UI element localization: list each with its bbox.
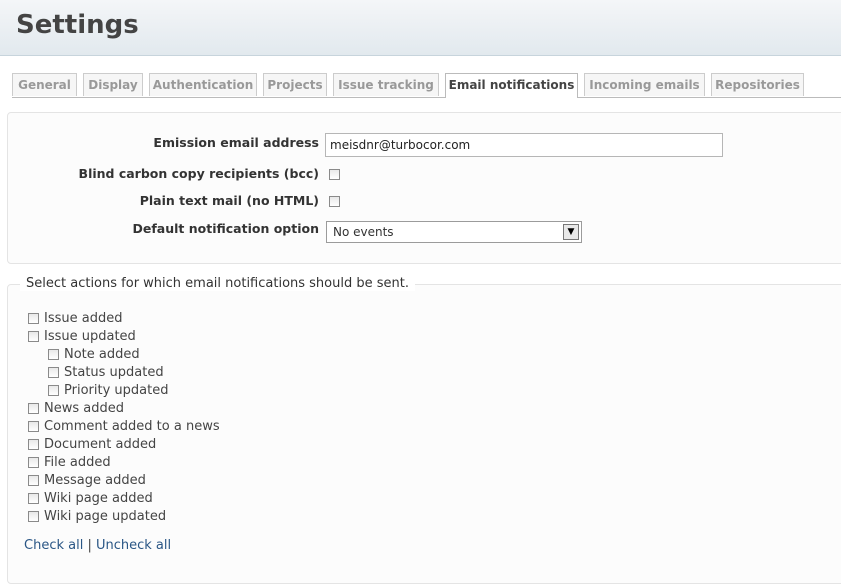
page-title: Settings (16, 10, 139, 40)
action-checkbox[interactable] (28, 331, 39, 342)
tab-issue-tracking[interactable]: Issue tracking (333, 73, 439, 96)
tab-email-notifications[interactable]: Email notifications (445, 73, 578, 98)
action-label: Comment added to a news (44, 419, 220, 434)
action-checkbox[interactable] (48, 385, 59, 396)
action-label: Status updated (64, 365, 164, 380)
check-all-link[interactable]: Check all (24, 538, 83, 553)
plain-text-checkbox[interactable] (329, 196, 340, 207)
action-label: Message added (44, 473, 146, 488)
action-label: News added (44, 401, 124, 416)
action-checkbox[interactable] (28, 493, 39, 504)
bcc-checkbox[interactable] (329, 169, 340, 180)
tab-authentication[interactable]: Authentication (149, 73, 257, 96)
action-checkbox[interactable] (28, 475, 39, 486)
action-label: Document added (44, 437, 157, 452)
emission-email-input[interactable] (325, 133, 723, 157)
action-checkbox[interactable] (28, 439, 39, 450)
page-header: Settings (0, 0, 841, 56)
emission-email-label: Emission email address (153, 135, 319, 150)
action-label: Priority updated (64, 383, 169, 398)
tab-general[interactable]: General (12, 73, 77, 96)
settings-tabs: General Display Authentication Projects … (12, 73, 841, 98)
action-checkbox[interactable] (28, 403, 39, 414)
action-checkbox[interactable] (48, 367, 59, 378)
uncheck-all-link[interactable]: Uncheck all (96, 538, 171, 553)
action-checkbox[interactable] (28, 421, 39, 432)
action-checkbox[interactable] (28, 457, 39, 468)
tab-incoming-emails[interactable]: Incoming emails (584, 73, 705, 96)
tab-repositories[interactable]: Repositories (711, 73, 804, 96)
tab-projects[interactable]: Projects (263, 73, 327, 96)
action-label: File added (44, 455, 111, 470)
action-label: Wiki page added (44, 491, 153, 506)
action-label: Issue added (44, 311, 123, 326)
action-checkbox[interactable] (28, 313, 39, 324)
action-checkbox[interactable] (48, 349, 59, 360)
default-notification-select[interactable]: No events ▼ (326, 221, 582, 243)
action-label: Issue updated (44, 329, 136, 344)
default-notification-label: Default notification option (132, 221, 319, 236)
default-notification-value: No events (333, 225, 394, 239)
action-label: Note added (64, 347, 140, 362)
bcc-label: Blind carbon copy recipients (bcc) (78, 166, 319, 181)
link-separator: | (87, 538, 92, 553)
tab-display[interactable]: Display (83, 73, 143, 96)
plain-text-label: Plain text mail (no HTML) (139, 193, 319, 208)
check-links: Check all | Uncheck all (24, 538, 171, 553)
action-label: Wiki page updated (44, 509, 167, 524)
chevron-down-icon[interactable]: ▼ (563, 224, 579, 240)
action-checkbox[interactable] (28, 511, 39, 522)
actions-legend: Select actions for which email notificat… (20, 276, 415, 291)
